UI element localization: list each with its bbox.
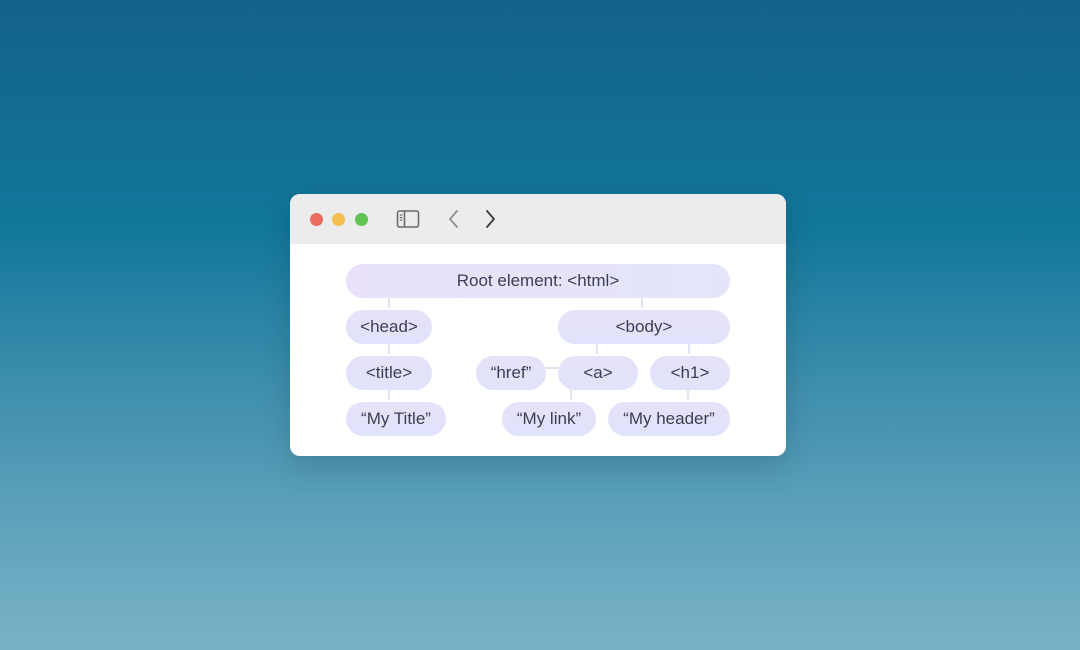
node-href: “href” bbox=[476, 356, 546, 390]
chevron-left-icon[interactable] bbox=[446, 208, 462, 235]
node-link-text: “My link” bbox=[502, 402, 596, 436]
node-a: <a> bbox=[558, 356, 638, 390]
node-html-root: Root element: <html> bbox=[346, 264, 730, 298]
browser-window: Root element: <html> <head> <body> <titl… bbox=[290, 194, 786, 456]
minimize-button[interactable] bbox=[332, 213, 345, 226]
node-title-text: “My Title” bbox=[346, 402, 446, 436]
title-bar bbox=[290, 194, 786, 244]
node-h1: <h1> bbox=[650, 356, 730, 390]
chevron-right-icon[interactable] bbox=[482, 208, 498, 235]
node-head: <head> bbox=[346, 310, 432, 344]
node-title: <title> bbox=[346, 356, 432, 390]
maximize-button[interactable] bbox=[355, 213, 368, 226]
node-body: <body> bbox=[558, 310, 730, 344]
sidebar-icon[interactable] bbox=[396, 208, 420, 235]
node-header-text: “My header” bbox=[608, 402, 730, 436]
close-button[interactable] bbox=[310, 213, 323, 226]
dom-tree-diagram: Root element: <html> <head> <body> <titl… bbox=[290, 244, 786, 456]
